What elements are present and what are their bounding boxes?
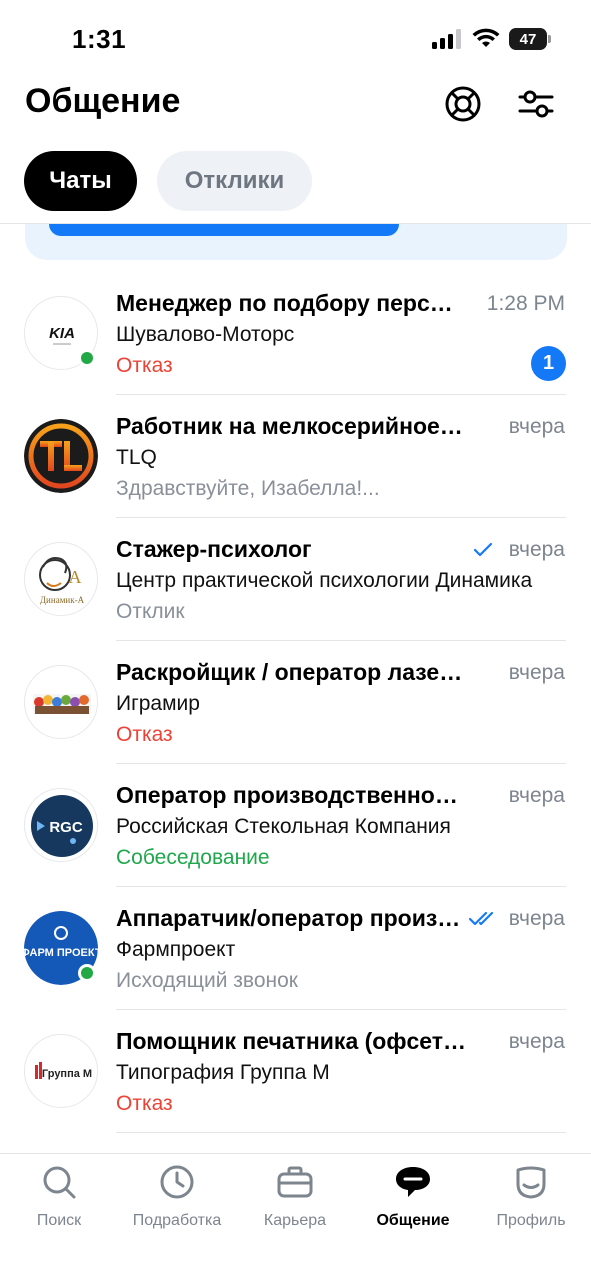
chat-company: Российская Стекольная Компания bbox=[116, 815, 451, 838]
page-title: Общение bbox=[25, 82, 181, 120]
check-icon bbox=[473, 542, 493, 557]
chat-time: вчера bbox=[508, 661, 565, 684]
chat-title: Оператор производственной линии bbox=[116, 782, 466, 808]
chat-status: Отказ bbox=[116, 723, 173, 746]
tlq-logo-avatar bbox=[24, 419, 98, 493]
chat-company: Играмир bbox=[116, 692, 200, 715]
gruppa-m-logo-icon: Группа М bbox=[35, 1062, 92, 1080]
support-button[interactable] bbox=[443, 84, 483, 124]
chat-time: вчера bbox=[508, 907, 565, 930]
chat-list-item[interactable]: A Динамик-А Стажер-психолог вчера Центр … bbox=[0, 518, 591, 641]
rgc-logo-icon: RGC bbox=[31, 795, 93, 857]
bottom-nav: Поиск Подработка Карьера Общение Профиль bbox=[0, 1153, 591, 1280]
chat-status: Исходящий звонок bbox=[116, 969, 298, 992]
nav-label: Общение bbox=[376, 1212, 450, 1229]
promo-banner bbox=[25, 224, 567, 260]
chat-title: Аппаратчик/оператор производства bbox=[116, 905, 461, 931]
chat-status: Отклик bbox=[116, 600, 185, 623]
chat-time: вчера bbox=[508, 1030, 565, 1053]
rgc-logo-text: RGC bbox=[49, 819, 83, 836]
wifi-icon bbox=[472, 28, 500, 47]
tab-chats[interactable]: Чаты bbox=[24, 151, 137, 211]
online-indicator bbox=[78, 964, 96, 982]
filter-button[interactable] bbox=[516, 84, 556, 124]
dinamika-logo-text: Динамик-А bbox=[40, 595, 85, 605]
chat-title: Раскройщик / оператор лазерного станка bbox=[116, 659, 466, 685]
chat-list: KIA Менеджер по подбору персонала 1:28 P… bbox=[0, 272, 591, 1133]
chat-list-item[interactable]: ФАРМ ПРОЕКТ Аппаратчик/оператор производ… bbox=[0, 887, 591, 1010]
chat-title: Помощник печатника (офсетная печать) bbox=[116, 1028, 466, 1054]
chat-title: Менеджер по подбору персонала bbox=[116, 290, 466, 316]
nav-career[interactable]: Карьера bbox=[236, 1162, 354, 1242]
chat-list-item[interactable]: RGC Оператор производственной линии вчер… bbox=[0, 764, 591, 887]
nav-search[interactable]: Поиск bbox=[0, 1162, 118, 1242]
chat-time: 1:28 PM bbox=[486, 292, 565, 315]
chat-list-item[interactable]: KIA Менеджер по подбору персонала 1:28 P… bbox=[0, 272, 591, 395]
chat-status: Собеседование bbox=[116, 846, 270, 869]
chat-title: Работник на мелкосерийное производство bbox=[116, 413, 466, 439]
nav-messages[interactable]: Общение bbox=[354, 1162, 472, 1242]
search-icon bbox=[43, 1166, 76, 1199]
nav-label: Поиск bbox=[36, 1212, 82, 1229]
chat-time: вчера bbox=[508, 538, 565, 561]
svg-text:A: A bbox=[69, 567, 82, 587]
nav-part-time[interactable]: Подработка bbox=[118, 1162, 236, 1242]
divider bbox=[116, 1132, 566, 1133]
status-time: 1:31 bbox=[72, 24, 127, 54]
chat-time: вчера bbox=[508, 415, 565, 438]
gruppa-m-logo-avatar: Группа М bbox=[24, 1034, 98, 1108]
battery-icon: 47 bbox=[509, 28, 551, 50]
battery-level: 47 bbox=[519, 30, 537, 48]
sliders-icon bbox=[518, 90, 554, 118]
chat-bubble-icon bbox=[396, 1167, 430, 1197]
double-check-icon bbox=[468, 911, 494, 926]
online-indicator bbox=[78, 349, 96, 367]
tab-bar: Чаты Отклики bbox=[24, 151, 312, 211]
farmproekt-logo-text: ФАРМ ПРОЕКТ bbox=[24, 947, 98, 959]
dinamika-logo-avatar: A Динамик-А bbox=[24, 542, 98, 616]
chat-list-item[interactable]: Раскройщик / оператор лазерного станка в… bbox=[0, 641, 591, 764]
tlq-logo-icon bbox=[24, 419, 98, 493]
briefcase-icon bbox=[277, 1166, 313, 1198]
dinamika-logo-icon: A Динамик-А bbox=[39, 557, 85, 605]
chat-status: Отказ bbox=[116, 1092, 173, 1115]
chat-status: Отказ bbox=[116, 354, 173, 377]
chat-title: Стажер-психолог bbox=[116, 536, 312, 562]
svg-text:KIA: KIA bbox=[49, 325, 75, 342]
tab-responses[interactable]: Отклики bbox=[157, 151, 312, 211]
chat-company: Фармпроект bbox=[116, 938, 236, 961]
chat-time: вчера bbox=[508, 784, 565, 807]
nav-profile[interactable]: Профиль bbox=[472, 1162, 590, 1242]
chat-company: Центр практической психологии Динамика bbox=[116, 569, 533, 592]
unread-badge: 1 bbox=[531, 346, 566, 381]
nav-label: Профиль bbox=[496, 1212, 566, 1229]
clock-icon bbox=[160, 1165, 194, 1199]
banner-action-button[interactable] bbox=[49, 224, 399, 236]
cellular-signal-icon bbox=[432, 29, 461, 49]
nav-label: Подработка bbox=[132, 1212, 222, 1229]
status-bar: 1:31 47 bbox=[0, 0, 591, 80]
chat-company: Типография Группа М bbox=[116, 1061, 330, 1084]
chat-company: TLQ bbox=[116, 446, 157, 469]
profile-icon bbox=[516, 1166, 546, 1199]
chat-company: Шувалово-Моторс bbox=[116, 323, 295, 346]
chat-status: Здравствуйте, Изабелла!... bbox=[116, 477, 380, 500]
igramir-logo-avatar bbox=[24, 665, 98, 739]
chat-list-item[interactable]: Группа М Помощник печатника (офсетная пе… bbox=[0, 1010, 591, 1133]
rgc-logo-avatar: RGC bbox=[24, 788, 98, 862]
gruppa-m-logo-text: Группа М bbox=[42, 1068, 92, 1080]
chat-list-item[interactable]: Работник на мелкосерийное производство в… bbox=[0, 395, 591, 518]
nav-label: Карьера bbox=[263, 1212, 327, 1229]
lifebuoy-icon bbox=[445, 86, 481, 122]
igramir-logo-icon bbox=[33, 694, 91, 714]
